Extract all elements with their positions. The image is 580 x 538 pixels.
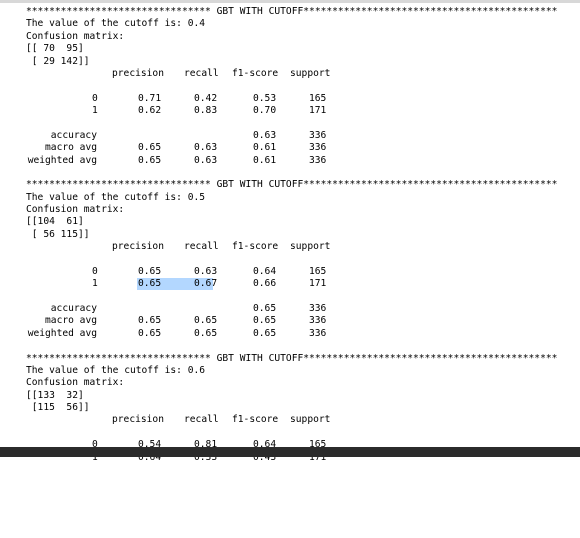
bottom-bar xyxy=(0,447,580,457)
report-summary-row: weighted avg 0.65 0.63 0.61 336 xyxy=(27,154,327,166)
report-row: 0 0.71 0.42 0.53 165 xyxy=(92,92,327,104)
matrix-row: [ 56 115]] xyxy=(26,228,90,240)
separator-line: ******************************** GBT WIT… xyxy=(26,6,558,17)
matrix-row: [[133 32] xyxy=(26,389,84,401)
top-divider xyxy=(0,0,580,3)
matrix-row: [[ 70 95] xyxy=(26,43,84,55)
header-recall: recall xyxy=(184,67,219,79)
header-support: support xyxy=(290,67,331,79)
separator-line: ******************************** GBT WIT… xyxy=(26,179,558,191)
confusion-label: Confusion matrix: xyxy=(26,204,125,215)
report-header-row: precision recall f1-score support xyxy=(112,241,331,253)
report-row: 0 0.65 0.63 0.64 165 xyxy=(92,265,327,277)
cutoff-text: The value of the cutoff is: 0.4 xyxy=(26,18,206,30)
report-row: 1 0.62 0.83 0.70 171 xyxy=(92,105,327,116)
report-summary-row: macro avg 0.65 0.63 0.61 336 xyxy=(45,142,327,154)
cutoff-text: The value of the cutoff is: 0.5 xyxy=(26,191,206,203)
confusion-label: Confusion matrix: xyxy=(26,30,125,42)
report-summary-row: weighted avg 0.65 0.65 0.65 336 xyxy=(27,327,327,339)
report-summary-row: accuracy 0.63 336 xyxy=(50,129,327,141)
matrix-row: [ 29 142]] xyxy=(26,55,90,67)
confusion-label: Confusion matrix: xyxy=(26,377,125,389)
header-precision: precision xyxy=(112,67,164,79)
report-header-row: precision recall f1-score support xyxy=(112,414,331,426)
separator-line: ******************************** GBT WIT… xyxy=(26,352,558,364)
report-row: 1 0.65 0.67 0.66 171 xyxy=(92,278,327,291)
notebook-output: ******************************** GBT WIT… xyxy=(0,6,580,464)
matrix-row: [[104 61] xyxy=(26,216,84,228)
cutoff-text: The value of the cutoff is: 0.6 xyxy=(26,364,206,376)
report-header-row: precision recall f1-score support xyxy=(0,68,580,80)
report-summary-row: accuracy 0.65 336 xyxy=(50,303,327,314)
matrix-row: [115 56]] xyxy=(26,402,90,413)
report-summary-row: macro avg 0.65 0.65 0.65 336 xyxy=(45,315,327,327)
header-f1: f1-score xyxy=(232,67,279,79)
